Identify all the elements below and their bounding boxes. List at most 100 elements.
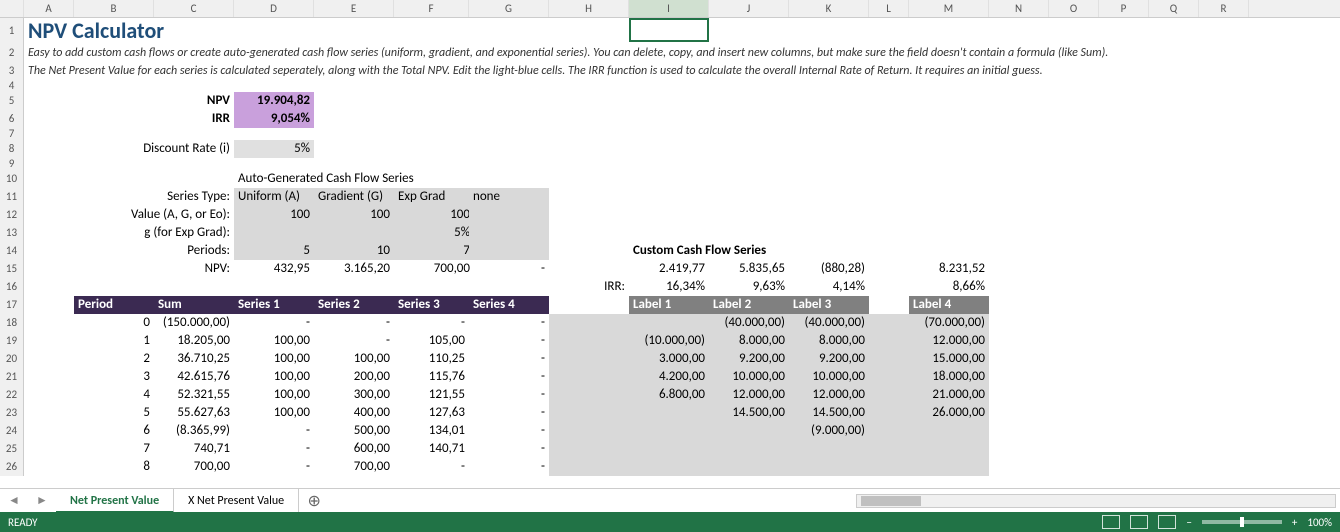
data-23-I[interactable] [629, 404, 709, 422]
selected-cell[interactable] [629, 18, 709, 42]
row-header-3[interactable]: 3 [0, 62, 24, 80]
data-21-I[interactable]: 4.200,00 [629, 368, 709, 386]
g-0[interactable] [234, 224, 314, 242]
row-header-18[interactable]: 18 [0, 314, 24, 332]
data-18-K[interactable]: (40.000,00) [789, 314, 869, 332]
row-header-19[interactable]: 19 [0, 332, 24, 350]
discount-input[interactable]: 5% [234, 140, 314, 158]
row-header-8[interactable]: 8 [0, 140, 24, 158]
g-3[interactable] [469, 224, 549, 242]
data-23-K[interactable]: 14.500,00 [789, 404, 869, 422]
data-26-K[interactable] [789, 458, 869, 476]
data-18-J[interactable]: (40.000,00) [709, 314, 789, 332]
col-header-R[interactable]: R [1199, 0, 1249, 17]
row-header-21[interactable]: 21 [0, 368, 24, 386]
row-header-23[interactable]: 23 [0, 404, 24, 422]
data-22-I[interactable]: 6.800,00 [629, 386, 709, 404]
value-1[interactable]: 100 [314, 206, 394, 224]
periods-3[interactable] [469, 242, 549, 260]
col-header-D[interactable]: D [234, 0, 314, 17]
data-26-M[interactable] [909, 458, 989, 476]
data-24-K[interactable]: (9.000,00) [789, 422, 869, 440]
col-header-P[interactable]: P [1099, 0, 1149, 17]
row-header-1[interactable]: 1 [0, 18, 24, 44]
header-series-4[interactable]: Series 4 [469, 296, 549, 314]
data-25-J[interactable] [709, 440, 789, 458]
col-header-E[interactable]: E [314, 0, 394, 17]
col-header-J[interactable]: J [709, 0, 789, 17]
header-label-3[interactable]: Label 3 [789, 296, 869, 314]
header-label-4[interactable]: Label 4 [909, 296, 989, 314]
tab-x-npv[interactable]: X Net Present Value [174, 489, 299, 513]
header-label-2[interactable]: Label 2 [709, 296, 789, 314]
header-sum[interactable]: Sum [154, 296, 234, 314]
row-header-25[interactable]: 25 [0, 440, 24, 458]
data-25-I[interactable] [629, 440, 709, 458]
value-0[interactable]: 100 [234, 206, 314, 224]
tab-npv[interactable]: Net Present Value [56, 489, 174, 513]
view-normal-icon[interactable] [1102, 515, 1120, 529]
row-header-9[interactable]: 9 [0, 158, 24, 170]
tab-prev-icon[interactable]: ◄ [0, 493, 28, 508]
col-header-B[interactable]: B [74, 0, 154, 17]
data-24-I[interactable] [629, 422, 709, 440]
data-18-I[interactable] [629, 314, 709, 332]
row-header-5[interactable]: 5 [0, 92, 24, 110]
zoom-level[interactable]: 100% [1307, 516, 1332, 529]
data-21-M[interactable]: 18.000,00 [909, 368, 989, 386]
row-header-22[interactable]: 22 [0, 386, 24, 404]
data-22-J[interactable]: 12.000,00 [709, 386, 789, 404]
col-header-C[interactable]: C [154, 0, 234, 17]
row-header-24[interactable]: 24 [0, 422, 24, 440]
row-header-16[interactable]: 16 [0, 278, 24, 296]
data-19-K[interactable]: 8.000,00 [789, 332, 869, 350]
data-24-M[interactable] [909, 422, 989, 440]
col-header-F[interactable]: F [394, 0, 469, 17]
row-header-15[interactable]: 15 [0, 260, 24, 278]
data-20-I[interactable]: 3.000,00 [629, 350, 709, 368]
data-21-J[interactable]: 10.000,00 [709, 368, 789, 386]
col-header-L[interactable]: L [869, 0, 909, 17]
header-series-2[interactable]: Series 2 [314, 296, 394, 314]
horizontal-scrollbar[interactable] [856, 494, 1336, 508]
zoom-minus-icon[interactable]: − [1186, 516, 1191, 529]
col-header-I[interactable]: I [629, 0, 709, 17]
data-26-I[interactable] [629, 458, 709, 476]
col-header-O[interactable]: O [1049, 0, 1099, 17]
col-header-A[interactable]: A [24, 0, 74, 17]
header-series-3[interactable]: Series 3 [394, 296, 469, 314]
row-header-13[interactable]: 13 [0, 224, 24, 242]
g-1[interactable] [314, 224, 394, 242]
header-series-1[interactable]: Series 1 [234, 296, 314, 314]
data-23-J[interactable]: 14.500,00 [709, 404, 789, 422]
value-2[interactable]: 100 [394, 206, 474, 224]
col-header-M[interactable]: M [909, 0, 989, 17]
data-21-K[interactable]: 10.000,00 [789, 368, 869, 386]
series-type-0[interactable]: Uniform (A) [234, 188, 314, 206]
row-header-12[interactable]: 12 [0, 206, 24, 224]
data-18-M[interactable]: (70.000,00) [909, 314, 989, 332]
view-break-icon[interactable] [1158, 515, 1176, 529]
row-header-11[interactable]: 11 [0, 188, 24, 206]
data-19-J[interactable]: 8.000,00 [709, 332, 789, 350]
data-25-M[interactable] [909, 440, 989, 458]
row-header-20[interactable]: 20 [0, 350, 24, 368]
periods-0[interactable]: 5 [234, 242, 314, 260]
col-header-H[interactable]: H [549, 0, 629, 17]
tab-next-icon[interactable]: ► [28, 493, 56, 508]
series-type-2[interactable]: Exp Grad [394, 188, 474, 206]
scrollbar-thumb[interactable] [861, 496, 921, 506]
row-header-6[interactable]: 6 [0, 110, 24, 128]
zoom-slider[interactable] [1202, 520, 1282, 524]
g-2[interactable]: 5% [394, 224, 474, 242]
col-header-G[interactable]: G [469, 0, 549, 17]
row-header-26[interactable]: 26 [0, 458, 24, 476]
header-label-1[interactable]: Label 1 [629, 296, 709, 314]
row-header-14[interactable]: 14 [0, 242, 24, 260]
data-20-K[interactable]: 9.200,00 [789, 350, 869, 368]
row-header-10[interactable]: 10 [0, 170, 24, 188]
data-19-I[interactable]: (10.000,00) [629, 332, 709, 350]
series-type-3[interactable]: none [469, 188, 549, 206]
data-22-M[interactable]: 21.000,00 [909, 386, 989, 404]
periods-1[interactable]: 10 [314, 242, 394, 260]
